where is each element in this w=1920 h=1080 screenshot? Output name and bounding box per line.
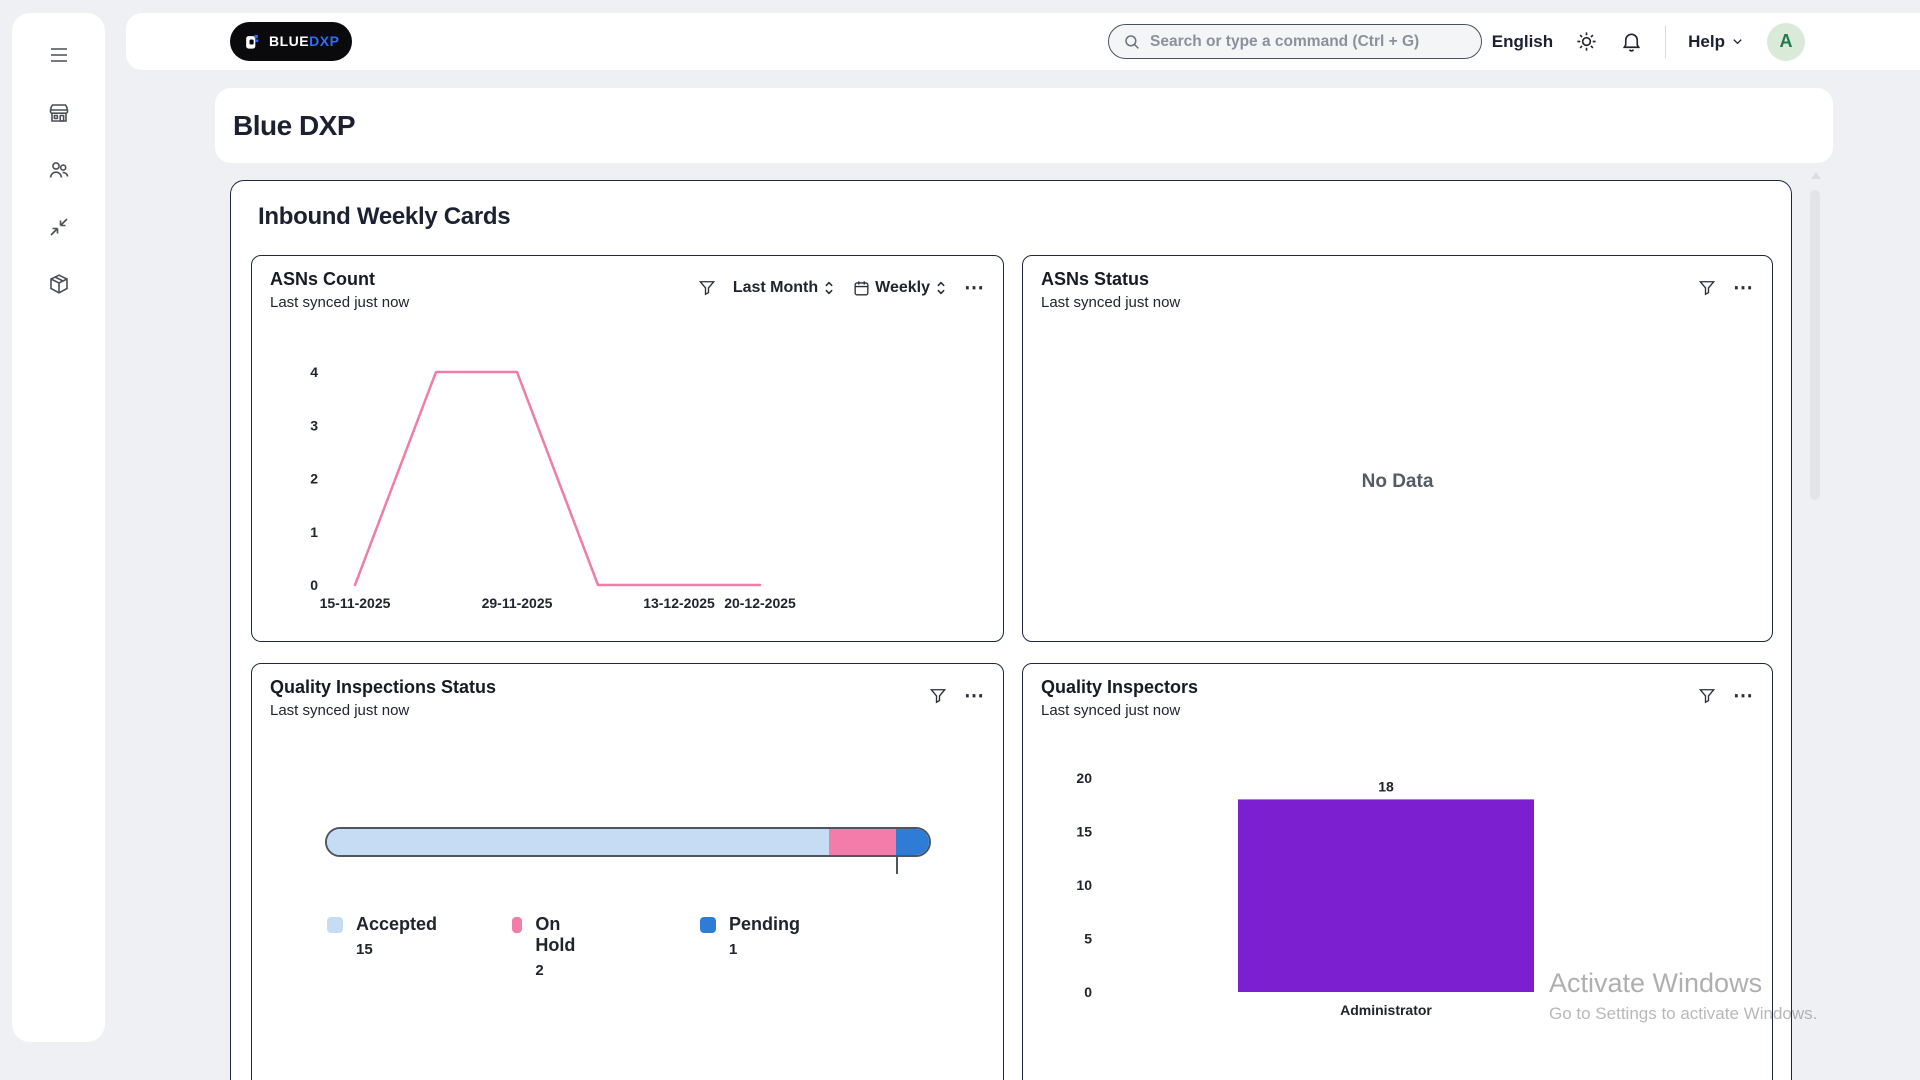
svg-text:5: 5 — [1084, 931, 1092, 947]
svg-text:3: 3 — [310, 417, 318, 433]
svg-text:15: 15 — [1076, 824, 1092, 840]
inspections-stacked-bar — [325, 827, 931, 857]
sidebar-item-users[interactable] — [47, 158, 71, 182]
pending-segment — [896, 829, 929, 855]
quality-inspections-status-card: Quality Inspections Status Last synced j… — [251, 663, 1004, 1080]
svg-text:20: 20 — [1076, 770, 1092, 786]
scrollbar-up-arrow[interactable] — [1811, 172, 1821, 179]
svg-text:2: 2 — [310, 471, 318, 487]
asns-count-card: ASNs Count Last synced just now Last Mon… — [251, 255, 1004, 642]
search-bar[interactable] — [1108, 24, 1482, 59]
svg-text:Administrator: Administrator — [1340, 1002, 1432, 1018]
page: BLUEDXP English Help A Blue DXP — [0, 0, 1920, 1080]
sidebar-nav — [47, 101, 71, 296]
legend-item-accepted: Accepted 15 — [327, 914, 437, 958]
legend-count: 1 — [729, 941, 800, 958]
svg-text:1: 1 — [310, 524, 318, 540]
card-subtitle: Last synced just now — [1041, 294, 1180, 311]
svg-text:0: 0 — [310, 577, 318, 593]
header-divider — [1665, 26, 1666, 58]
top-header: BLUEDXP English Help A — [126, 13, 1920, 70]
svg-text:4: 4 — [310, 364, 318, 380]
svg-text:18: 18 — [1378, 778, 1394, 794]
more-options-icon[interactable]: ⋯ — [964, 691, 985, 701]
card-title: Quality Inspections Status — [270, 677, 496, 698]
card-subtitle: Last synced just now — [270, 702, 409, 719]
filter-icon[interactable] — [928, 686, 948, 706]
asns-count-line-chart: 0 1 2 3 4 15-11-2025 29-11-2025 13-12-2025 20-12… — [252, 256, 1005, 643]
header-actions: English Help A — [1492, 13, 1805, 70]
legend-label: Pending — [729, 914, 800, 935]
accepted-segment — [327, 829, 829, 855]
svg-text:20-12-2025: 20-12-2025 — [724, 595, 796, 611]
svg-text:0: 0 — [1084, 984, 1092, 1000]
svg-text:10: 10 — [1076, 877, 1092, 893]
filter-icon[interactable] — [1697, 278, 1717, 298]
card-controls: ⋯ — [928, 686, 985, 706]
inbound-weekly-cards-section: Inbound Weekly Cards ASNs Count Last syn… — [230, 180, 1792, 1080]
svg-text:29-11-2025: 29-11-2025 — [482, 595, 553, 611]
svg-text:15-11-2025: 15-11-2025 — [320, 595, 391, 611]
legend-item-pending: Pending 1 — [700, 914, 800, 958]
language-selector[interactable]: English — [1492, 32, 1553, 52]
sidebar — [12, 13, 105, 1042]
asns-status-card: ASNs Status Last synced just now ⋯ No Da… — [1022, 255, 1773, 642]
user-avatar[interactable]: A — [1767, 23, 1805, 61]
sidebar-item-transfers[interactable] — [47, 215, 71, 239]
search-input[interactable] — [1150, 33, 1467, 51]
store-icon — [47, 101, 71, 125]
page-title-bar: Blue DXP — [215, 88, 1833, 163]
help-menu[interactable]: Help — [1688, 32, 1745, 52]
sidebar-item-packages[interactable] — [47, 272, 71, 296]
bluedxp-logo-icon — [242, 32, 262, 52]
pending-swatch — [700, 917, 716, 933]
svg-text:13-12-2025: 13-12-2025 — [643, 595, 715, 611]
help-label: Help — [1688, 32, 1725, 52]
scrollbar-thumb[interactable] — [1810, 190, 1820, 500]
app-logo[interactable]: BLUEDXP — [230, 22, 352, 61]
card-title: ASNs Status — [1041, 269, 1149, 290]
sidebar-item-store[interactable] — [47, 101, 71, 125]
menu-icon[interactable] — [47, 43, 71, 67]
theme-toggle-sun-icon[interactable] — [1575, 30, 1598, 53]
section-title: Inbound Weekly Cards — [258, 203, 510, 231]
page-title: Blue DXP — [233, 110, 355, 142]
package-icon — [47, 272, 71, 296]
more-options-icon[interactable]: ⋯ — [1733, 283, 1754, 293]
card-controls: ⋯ — [1697, 278, 1754, 298]
accepted-swatch — [327, 917, 343, 933]
transfer-arrows-icon — [47, 215, 71, 239]
chevron-down-icon — [1730, 34, 1745, 49]
stacked-bar-marker — [896, 855, 898, 874]
quality-inspectors-card: Quality Inspectors Last synced just now … — [1022, 663, 1773, 1080]
users-icon — [47, 158, 71, 182]
quality-inspectors-bar-chart: 0 5 10 15 20 18 Administrator — [1023, 664, 1774, 1080]
logo-text: BLUEDXP — [269, 33, 339, 51]
notifications-bell-icon[interactable] — [1620, 30, 1643, 53]
legend-label: On Hold — [535, 914, 581, 956]
legend-count: 2 — [535, 962, 581, 979]
legend-label: Accepted — [356, 914, 437, 935]
no-data-message: No Data — [1023, 471, 1772, 493]
legend-item-on-hold: On Hold 2 — [512, 914, 581, 979]
search-icon — [1123, 33, 1141, 51]
on-hold-segment — [829, 829, 896, 855]
on-hold-swatch — [512, 917, 522, 933]
legend-count: 15 — [356, 941, 437, 958]
